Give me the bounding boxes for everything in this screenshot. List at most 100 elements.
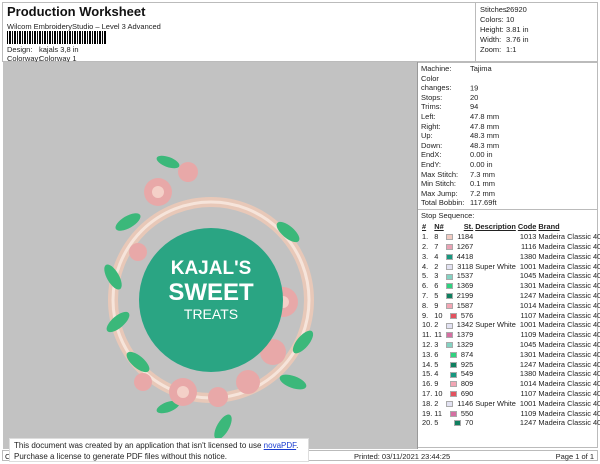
stat-label: Height: (480, 25, 504, 34)
stitch-count: 3118 (445, 261, 474, 271)
stitch-count-value: 4418 (456, 251, 474, 261)
stitch-count-value: 1267 (456, 242, 474, 252)
color-swatch (449, 391, 457, 398)
color-swatch (446, 263, 454, 270)
color-swatch (445, 332, 453, 339)
thread-code: 1001 (519, 398, 537, 408)
stitch-count: 1369 (445, 281, 474, 291)
info-row: Stops: 20 (421, 93, 594, 103)
needle-number: 10 (434, 389, 443, 399)
thread-code: 1301 (519, 349, 537, 359)
stop-sequence-title: Stop Sequence: (421, 210, 475, 220)
license-notice: This document was created by an applicat… (9, 438, 309, 462)
worksheet-header: Production Worksheet Wilcom EmbroiderySt… (2, 2, 598, 63)
needle-number: 8 (434, 232, 439, 242)
table-row: 16. 9 809 1014 Madeira Classic 40 (421, 379, 600, 389)
stitch-count: 1329 (445, 340, 474, 350)
stat-label: Width: (480, 35, 502, 44)
info-label: Right: (421, 121, 441, 131)
thread-code: 1380 (519, 369, 537, 379)
page-title: Production Worksheet (7, 4, 146, 19)
info-label: Machine: (421, 64, 452, 73)
thread-code: 1247 (519, 359, 537, 369)
stat-label: Zoom: (480, 45, 502, 54)
stitch-count-value: 549 (460, 369, 474, 379)
stat-value: 26920 (506, 5, 527, 14)
thread-code: 1109 (520, 330, 537, 340)
color-swatch (445, 302, 453, 309)
thread-code: 1301 (519, 281, 537, 291)
stop-number: 9. (422, 310, 429, 320)
thread-code: 1014 (519, 300, 537, 310)
needle-number: 2 (434, 261, 439, 271)
thread-code: 1045 (519, 340, 537, 350)
printed-date: Printed: 03/11/2021 23:44:25 (354, 452, 451, 461)
table-row: 2. 7 1267 1116 Madeira Classic 40 (421, 242, 600, 252)
stitch-count: 874 (445, 349, 474, 359)
thread-brand: Madeira Classic 40 (538, 398, 600, 408)
stitch-count: 1146 (445, 398, 474, 408)
table-row: 13. 6 874 1301 Madeira Classic 40 (421, 349, 600, 359)
stitch-count-value: 70 (464, 418, 474, 428)
novapdf-link[interactable]: novaPDF (264, 441, 296, 450)
stitch-count-value: 1329 (456, 340, 474, 350)
info-value: 48.3 mm (470, 131, 500, 141)
stitch-count: 925 (445, 359, 474, 369)
stop-number: 8. (422, 300, 429, 310)
needle-number: 3 (434, 340, 439, 350)
info-value: 94 (470, 102, 479, 112)
table-row: 3. 4 4418 1380 Madeira Classic 40 (421, 252, 600, 262)
stop-number: 6. (422, 281, 429, 291)
stitch-count-value: 1537 (456, 271, 474, 281)
thread-code: 1045 (519, 271, 537, 281)
thread-description (474, 369, 517, 379)
stat-row: Width: 3.76 in (480, 35, 595, 45)
barcode (7, 31, 107, 44)
thread-code: 1107 (520, 310, 537, 320)
notice-period: . (296, 441, 299, 450)
thread-brand: Madeira Classic 40 (538, 291, 600, 301)
stop-number: 5. (422, 271, 429, 281)
color-swatch (449, 410, 457, 417)
color-swatch (445, 283, 453, 290)
stitch-count: 1267 (445, 242, 474, 252)
needle-number: 5 (434, 291, 439, 301)
table-row: 6. 6 1369 1301 Madeira Classic 40 (421, 281, 600, 291)
thread-description (474, 418, 517, 428)
stitch-count-value: 1379 (456, 330, 474, 340)
needle-number: 6 (434, 281, 439, 291)
stitch-count: 690 (445, 389, 474, 399)
color-swatch (449, 371, 457, 378)
table-row: 1. 8 1184 1013 Madeira Classic 40 (421, 232, 600, 242)
stop-number: 1. (422, 232, 429, 242)
stop-number: 15. (422, 369, 433, 379)
thread-description (474, 300, 517, 310)
info-row: Machine: Tajima (421, 64, 594, 74)
stitch-count: 70 (445, 418, 474, 428)
stop-number: 4. (422, 261, 429, 271)
thread-brand: Madeira Classic 40 (538, 340, 600, 350)
stitch-count: 1379 (445, 330, 474, 340)
thread-description (474, 389, 517, 399)
stitch-count-value: 2199 (456, 291, 474, 301)
thread-brand: Madeira Classic 40 (538, 300, 600, 310)
thread-description (474, 408, 517, 418)
info-row: EndX: 0.00 in (421, 150, 594, 160)
color-swatch (445, 322, 453, 329)
table-row: 18. 2 1146 Super White 1001 Madeira Classic 4… (421, 398, 600, 408)
needle-number: 10 (434, 310, 443, 320)
info-row: Up: 48.3 mm (421, 131, 594, 141)
stop-number: 18. (422, 398, 433, 408)
stop-number: 2. (422, 242, 429, 252)
color-swatch (445, 342, 453, 349)
stitch-count-value: 550 (460, 408, 474, 418)
thread-description (474, 379, 517, 389)
needle-number: 11 (434, 408, 442, 418)
thread-description: Super White (475, 398, 516, 408)
stitch-count: 550 (445, 408, 474, 418)
stop-sequence-table: # N# St. Description Code Brand 1. 8 1184 1013 Ma… (421, 222, 600, 428)
stitch-count: 576 (445, 310, 474, 320)
thread-brand: Madeira Classic 40 (538, 389, 600, 399)
color-swatch (446, 234, 454, 241)
table-row: 9. 10 576 1107 Madeira Classic 40 (421, 310, 600, 320)
